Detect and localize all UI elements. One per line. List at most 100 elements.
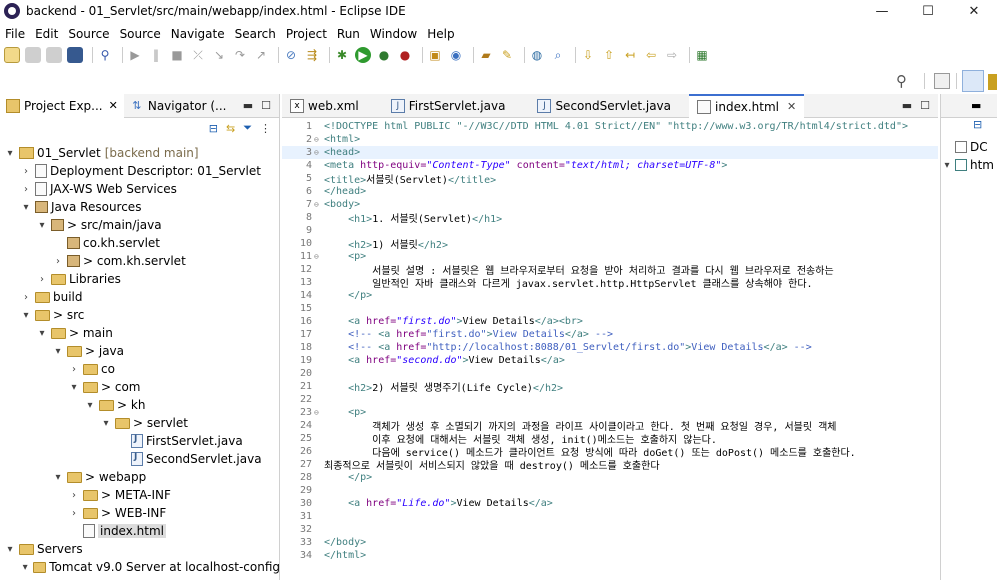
menu-refactor-source[interactable]: Source <box>115 27 166 41</box>
code-line[interactable]: 14 </p> <box>282 289 938 302</box>
tree-item[interactable]: › build <box>0 288 280 306</box>
outline-item[interactable]: DC <box>941 138 997 156</box>
view-menu-icon[interactable]: ⋮ <box>260 122 271 135</box>
code-line[interactable]: 2 ⊖ <html> <box>282 133 938 146</box>
resume-icon[interactable]: ▶ <box>127 47 143 63</box>
fold-toggle-icon[interactable]: ⊖ <box>314 252 320 261</box>
maximize-view-icon[interactable]: ☐ <box>920 99 930 112</box>
tree-item[interactable]: FirstServlet.java <box>0 432 280 450</box>
close-tab-icon[interactable]: ✕ <box>787 100 796 113</box>
tree-item[interactable]: › > WEB-INF <box>0 504 280 522</box>
debug-icon[interactable]: ✱ <box>334 47 350 63</box>
code-line[interactable]: 13 일반적인 자바 클래스와 다르게 javax.servlet.http.H… <box>282 276 938 290</box>
twisty-icon[interactable]: ▾ <box>36 220 48 231</box>
tree-item[interactable]: › JAX-WS Web Services <box>0 180 280 198</box>
outline-item[interactable]: ▾ htm <box>941 156 997 174</box>
minimize-view-icon[interactable]: ▬ <box>902 99 912 112</box>
open-task-icon[interactable]: ✎ <box>499 47 515 63</box>
code-line[interactable]: 17 <!-- <a href="first.do">View Details<… <box>282 328 938 341</box>
tree-item[interactable]: ▾ > webapp <box>0 468 280 486</box>
back-icon[interactable]: ⇦ <box>643 47 659 63</box>
twisty-icon[interactable]: ▾ <box>68 382 80 393</box>
coverage-icon[interactable]: ● <box>376 47 392 63</box>
twisty-icon[interactable]: › <box>20 184 32 195</box>
menu-source[interactable]: Source <box>63 27 114 41</box>
tree-item[interactable]: ▾ > java <box>0 342 280 360</box>
code-line[interactable]: 27 최종적으로 서블릿이 서비스되지 않았을 때 destroy() 메소드를 … <box>282 458 938 472</box>
tree-item[interactable]: ▾ Java Resources <box>0 198 280 216</box>
tree-item[interactable]: co.kh.servlet <box>0 234 280 252</box>
twisty-icon[interactable]: › <box>20 292 32 303</box>
code-line[interactable]: 19 <a href="second.do">View Details</a> <box>282 354 938 367</box>
editor-tab-web-xml[interactable]: x web.xml <box>282 94 367 118</box>
previous-annotation-icon[interactable]: ⇧ <box>601 47 617 63</box>
twisty-icon[interactable]: › <box>20 166 32 177</box>
pin-icon[interactable]: ⚲ <box>97 47 113 63</box>
tree-item[interactable]: ▾ Servers <box>0 540 280 558</box>
java-ee-perspective-icon[interactable] <box>962 70 984 92</box>
tree-item[interactable]: ▾ > kh <box>0 396 280 414</box>
minimize-view-icon[interactable]: ▬ <box>243 99 253 112</box>
code-line[interactable]: 10 <h2>1) 서블릿</h2> <box>282 237 938 251</box>
close-button[interactable]: ✕ <box>951 0 997 22</box>
tree-item[interactable]: index.html <box>0 522 280 540</box>
twisty-icon[interactable]: ▾ <box>4 544 16 555</box>
twisty-icon[interactable]: ▾ <box>36 328 48 339</box>
code-line[interactable]: 15 <box>282 302 938 315</box>
save-icon[interactable] <box>25 47 41 63</box>
code-line[interactable]: 33 </body> <box>282 536 938 549</box>
twisty-icon[interactable]: ▾ <box>100 418 112 429</box>
tree-item[interactable]: › Deployment Descriptor: 01_Servlet <box>0 162 280 180</box>
step-over-icon[interactable]: ↷ <box>232 47 248 63</box>
terminal-icon[interactable] <box>67 47 83 63</box>
code-line[interactable]: 6 </head> <box>282 185 938 198</box>
maximize-view-icon[interactable]: ☐ <box>261 99 271 112</box>
editor-tab-index-html[interactable]: index.html ✕ <box>689 93 805 118</box>
code-line[interactable]: 3 ⊖ <head> <box>282 146 938 159</box>
code-line[interactable]: 30 <a href="Life.do">View Details</a> <box>282 497 938 510</box>
open-type-icon[interactable]: ▰ <box>478 47 494 63</box>
twisty-icon[interactable]: › <box>68 364 80 375</box>
tree-item[interactable]: › > META-INF <box>0 486 280 504</box>
tree-item[interactable]: SecondServlet.java <box>0 450 280 468</box>
save-all-icon[interactable] <box>46 47 62 63</box>
twisty-icon[interactable]: ▾ <box>52 346 64 357</box>
twisty-icon[interactable]: ▾ <box>52 472 64 483</box>
filter-icon[interactable]: ⏷ <box>243 121 252 135</box>
twisty-icon[interactable]: › <box>68 490 80 501</box>
new-icon[interactable] <box>4 47 20 63</box>
minimize-view-icon[interactable]: ▬ <box>971 99 981 112</box>
code-line[interactable]: 21 <h2>2) 서블릿 생명주기(Life Cycle)</h2> <box>282 380 938 394</box>
terminate-icon[interactable]: ■ <box>169 47 185 63</box>
tree-item[interactable]: ▾ 01_Servlet [backend main] <box>0 144 280 162</box>
tree-item[interactable]: ▾ > src <box>0 306 280 324</box>
link-with-editor-icon[interactable]: ⇆ <box>226 122 235 135</box>
twisty-icon[interactable]: › <box>68 508 80 519</box>
globe-icon[interactable]: ◍ <box>529 47 545 63</box>
fold-toggle-icon[interactable]: ⊖ <box>314 148 320 157</box>
menu-run[interactable]: Run <box>332 27 365 41</box>
external-tools-icon[interactable]: ● <box>397 47 413 63</box>
last-edit-icon[interactable]: ↤ <box>622 47 638 63</box>
twisty-icon[interactable]: ▾ <box>20 310 32 321</box>
java-perspective-icon[interactable] <box>988 74 997 90</box>
forward-icon[interactable]: ⇨ <box>664 47 680 63</box>
code-line[interactable]: 22 <box>282 393 938 406</box>
tree-item[interactable]: › > com.kh.servlet <box>0 252 280 270</box>
menu-file[interactable]: File <box>0 27 30 41</box>
tree-item[interactable]: › Libraries <box>0 270 280 288</box>
code-line[interactable]: 32 <box>282 523 938 536</box>
minimize-button[interactable]: — <box>859 0 905 22</box>
open-perspective-icon[interactable]: ▦ <box>694 47 710 63</box>
tab-navigator[interactable]: ⇅ Navigator (... <box>124 94 233 118</box>
tree-item[interactable]: › co <box>0 360 280 378</box>
code-line[interactable]: 16 <a href="first.do">View Details</a><b… <box>282 315 938 328</box>
editor-tab-secondservlet[interactable]: J SecondServlet.java <box>529 94 679 118</box>
close-icon[interactable]: ✕ <box>109 99 118 112</box>
code-editor[interactable]: 1 <!DOCTYPE html PUBLIC "-//W3C//DTD HTML… <box>282 120 938 580</box>
tree-item[interactable]: ▾ > src/main/java <box>0 216 280 234</box>
tree-item[interactable]: ▾ > com <box>0 378 280 396</box>
fold-toggle-icon[interactable]: ⊖ <box>314 135 320 144</box>
twisty-icon[interactable]: › <box>36 274 48 285</box>
code-line[interactable]: 18 <!-- <a href="http://localhost:8088/0… <box>282 341 938 354</box>
